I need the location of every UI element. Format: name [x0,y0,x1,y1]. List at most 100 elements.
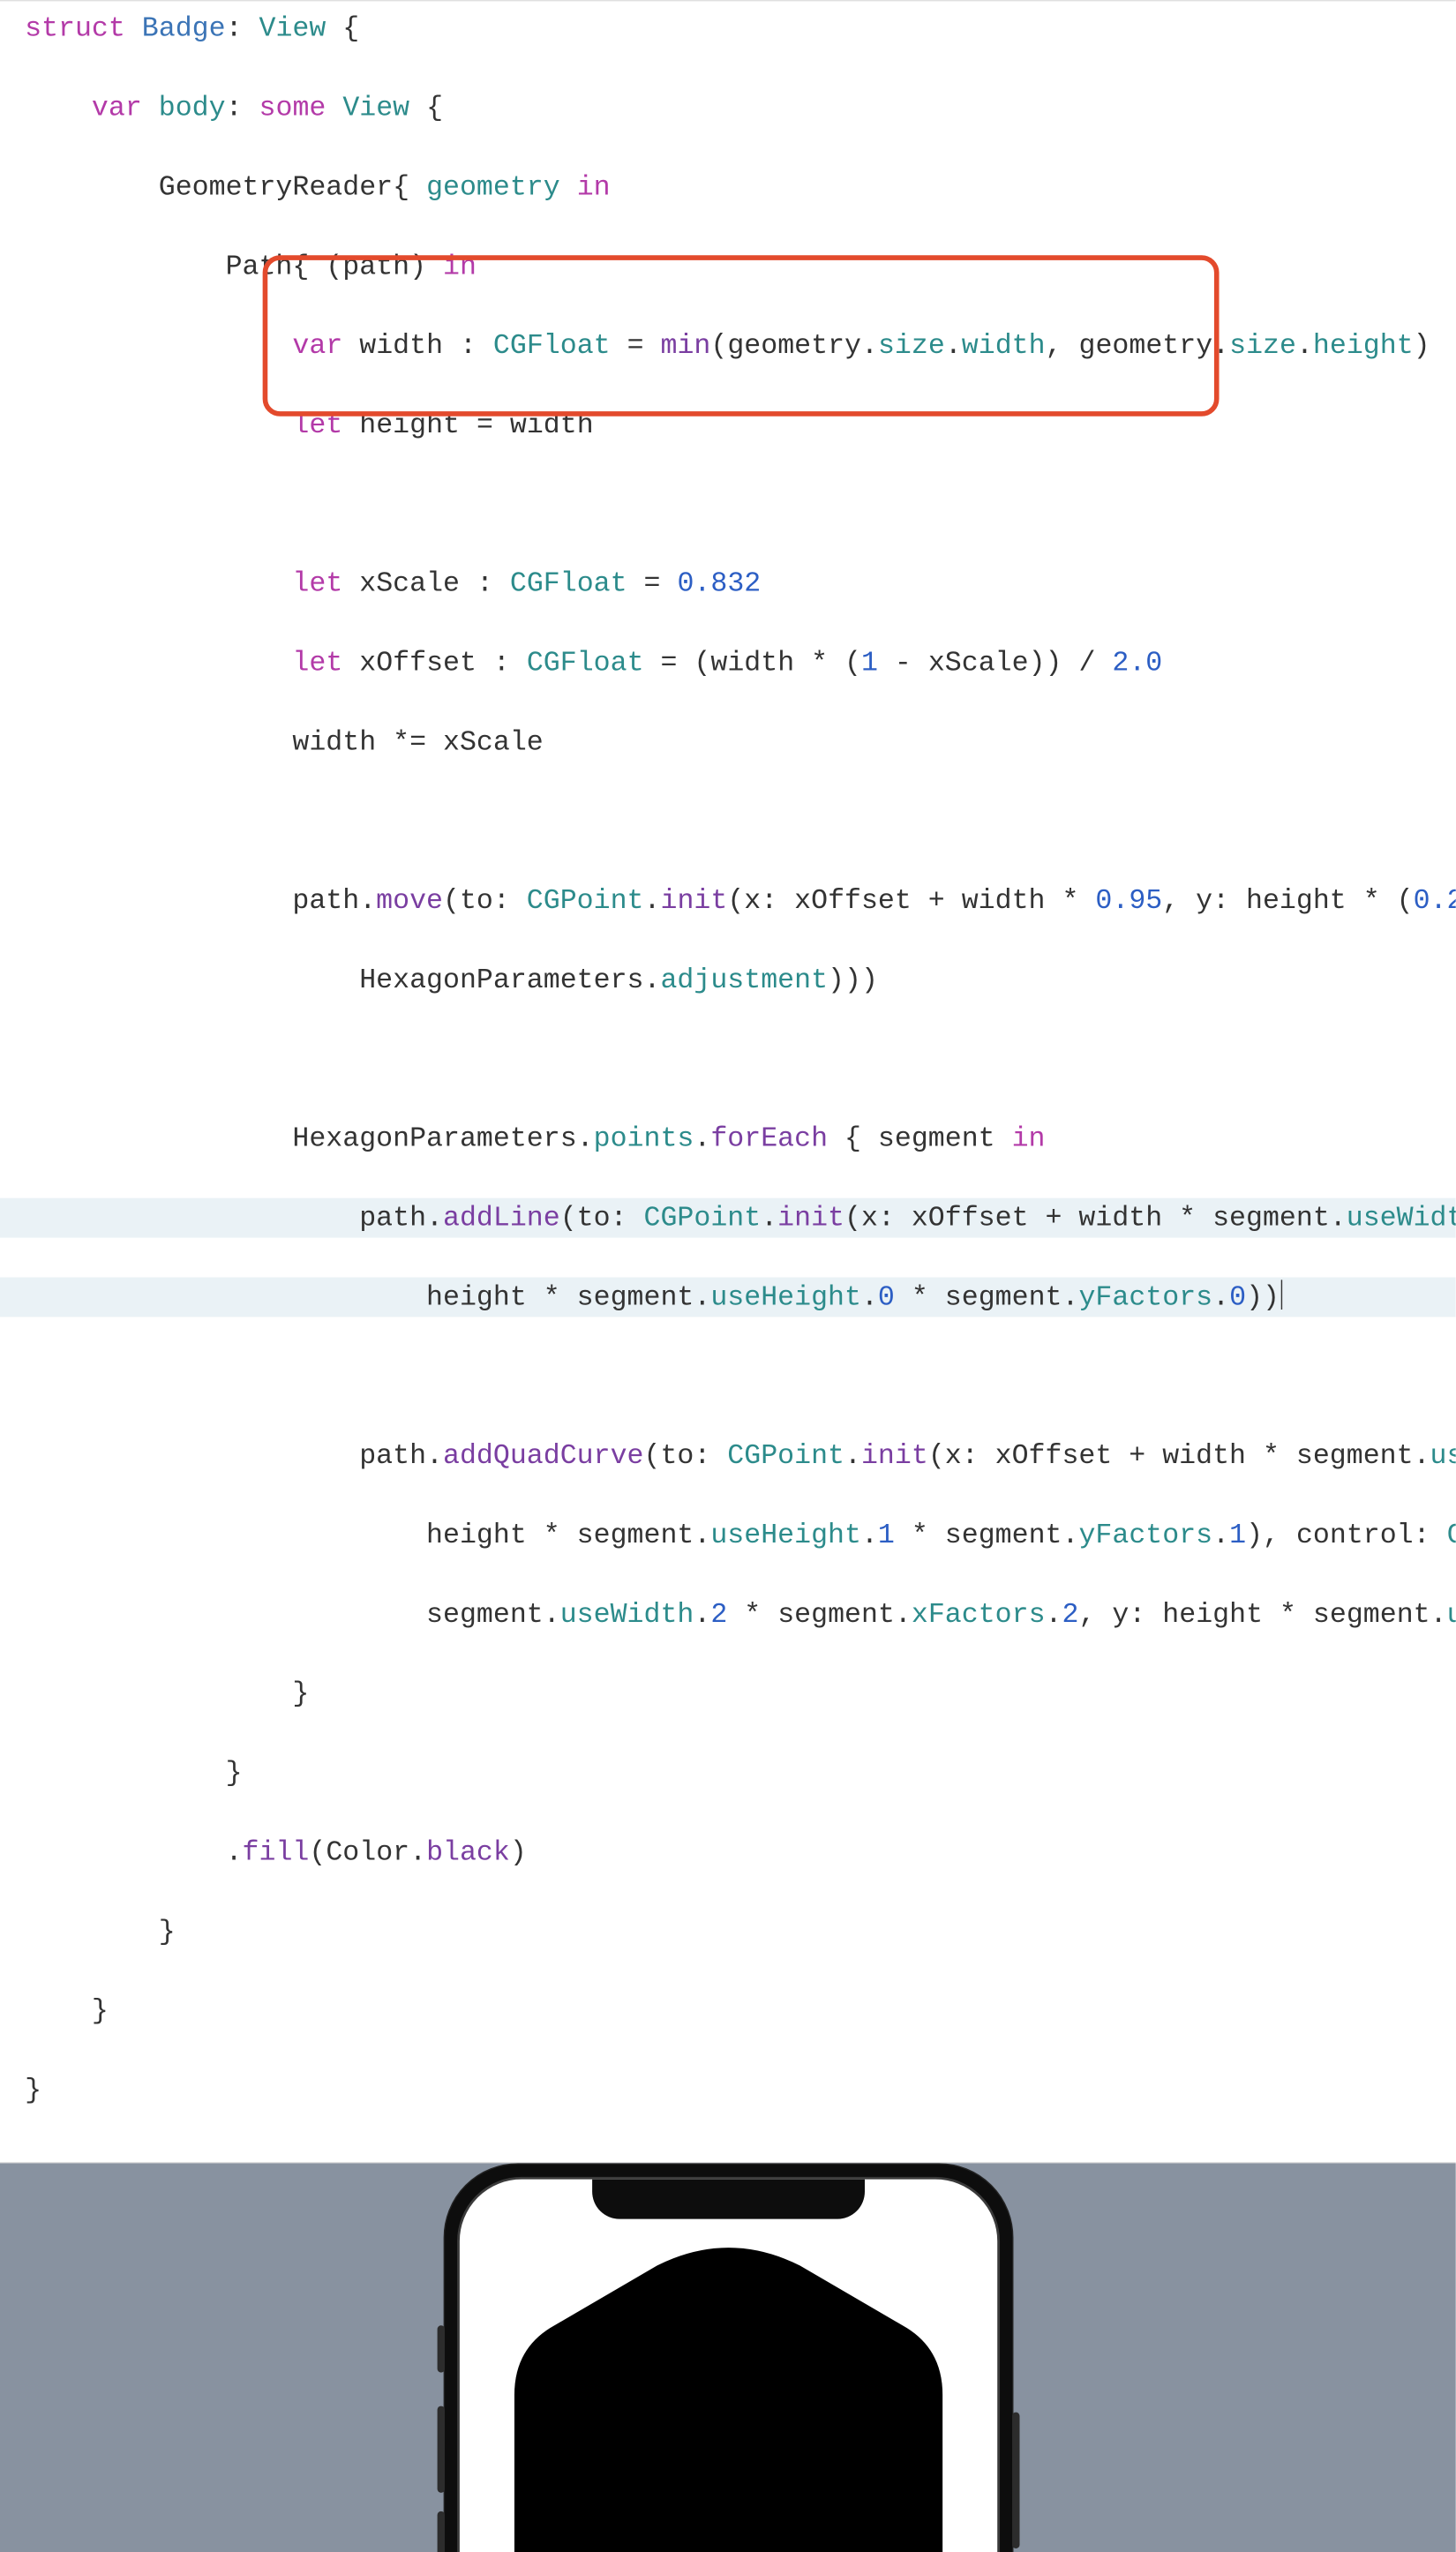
code-line[interactable] [0,1040,1456,1079]
code-token: yFactors [1078,1281,1212,1314]
code-token: . [1046,1598,1062,1631]
code-line[interactable]: height * segment.useHeight.0 * segment.y… [0,1278,1456,1317]
code-token: . [694,1122,710,1155]
code-line[interactable]: height * segment.useHeight.1 * segment.y… [0,1515,1456,1555]
code-token: . [844,1439,861,1472]
code-token: xOffset : [359,647,527,679]
code-token: useHeight [1447,1598,1456,1631]
code-token [25,409,292,441]
code-token: . [861,1281,878,1314]
code-token: { segment [828,1122,1012,1155]
code-token: . [861,1519,878,1551]
code-token: . [25,1836,242,1869]
code-line[interactable]: path.addLine(to: CGPoint.init(x: xOffset… [0,1198,1456,1238]
code-line[interactable]: var width : CGFloat = min(geometry.size.… [0,326,1456,365]
code-token: . [1212,1519,1229,1551]
code-token: HexagonParameters. [25,964,660,996]
code-token [25,92,92,124]
phone-frame [443,2163,1013,2552]
code-token: 2 [710,1598,727,1631]
code-token: in [577,171,611,204]
code-token [560,171,577,204]
code-token: useWidth [1430,1439,1456,1472]
code-token: CGFloat [493,329,611,362]
code-token: (to: [560,1202,644,1235]
code-token: let [292,409,359,441]
code-line[interactable]: let xOffset : CGFloat = (width * (1 - xS… [0,643,1456,683]
preview-panel: CSDN @Serendipity·y [0,2163,1456,2552]
code-line[interactable] [0,1356,1456,1396]
code-token: )) [1246,1281,1280,1314]
code-token: in [1012,1122,1046,1155]
code-token: View [342,92,409,124]
phone-screen [456,2177,999,2552]
code-line[interactable]: HexagonParameters.adjustment))) [0,960,1456,1000]
code-line[interactable]: width *= xScale [0,723,1456,762]
code-token: in [443,251,477,283]
code-line[interactable] [0,484,1456,524]
code-token: CGPoint [644,1202,762,1235]
code-line[interactable]: segment.useWidth.2 * segment.xFactors.2,… [0,1595,1456,1634]
code-token: Badge [142,12,226,45]
code-line[interactable]: path.addQuadCurve(to: CGPoint.init(x: xO… [0,1436,1456,1475]
code-token: ))) [828,964,878,996]
code-token: segment. [25,1598,560,1631]
code-token: init [777,1202,844,1235]
code-token: (x: xOffset + width * segment. [844,1202,1347,1235]
code-token: useHeight [710,1281,861,1314]
code-token: forEach [710,1122,828,1155]
code-token: 2.0 [1112,647,1162,679]
code-line[interactable]: .fill(Color.black) [0,1833,1456,1873]
code-token: width *= xScale [25,726,544,759]
text-cursor-icon [1280,1280,1282,1310]
code-token [25,806,41,838]
code-line[interactable]: let xScale : CGFloat = 0.832 [0,564,1456,604]
phone-side-button-icon [437,2325,444,2372]
code-line[interactable]: var body: some View { [0,88,1456,128]
code-line[interactable]: GeometryReader{ geometry in [0,168,1456,207]
code-token: 0 [1229,1281,1246,1314]
phone-volume-up-icon [437,2406,444,2493]
code-line[interactable]: Path{ (path) in [0,246,1456,286]
code-token: height * segment. [25,1519,710,1551]
code-token: width [962,329,1046,362]
code-token: (to: [644,1439,728,1472]
code-token: height [1313,329,1414,362]
code-line[interactable]: path.move(to: CGPoint.init(x: xOffset + … [0,881,1456,920]
code-token: GeometryReader{ [25,171,426,204]
code-line[interactable]: struct Badge: View { [0,9,1456,49]
code-line[interactable]: } [0,1674,1456,1714]
code-token: CGFloat [510,567,627,600]
code-line[interactable]: HexagonParameters.points.forEach { segme… [0,1119,1456,1159]
code-token: useWidth [1347,1202,1456,1235]
code-token [25,1043,41,1076]
code-token: 0.832 [677,567,761,600]
code-token: } [25,1994,109,2027]
code-token: * segment. [895,1281,1079,1314]
code-token: { [326,12,359,45]
code-token [25,647,292,679]
code-token: = [627,567,678,600]
phone-power-button-icon [1011,2413,1018,2548]
code-token: . [1296,329,1313,362]
code-token: height = width [359,409,593,441]
code-token: 0.20 [1414,884,1456,917]
code-line[interactable] [0,801,1456,841]
code-token: fill [243,1836,310,1869]
code-token: var [292,329,359,362]
code-token: addLine [443,1202,560,1235]
code-line[interactable]: } [0,1753,1456,1793]
code-editor[interactable]: struct Badge: View { var body: some View… [0,0,1456,2163]
code-token: path. [25,1202,443,1235]
code-token: . [644,884,661,917]
code-token: addQuadCurve [443,1439,643,1472]
code-token: (Color. [309,1836,426,1869]
code-line[interactable]: } [0,2070,1456,2110]
code-line[interactable]: let height = width [0,405,1456,445]
code-token: path. [25,1439,443,1472]
code-token: width : [359,329,493,362]
code-line[interactable]: } [0,1991,1456,2030]
code-line[interactable]: } [0,1911,1456,1951]
code-token: xFactors [912,1598,1046,1631]
code-token: } [25,1757,242,1790]
